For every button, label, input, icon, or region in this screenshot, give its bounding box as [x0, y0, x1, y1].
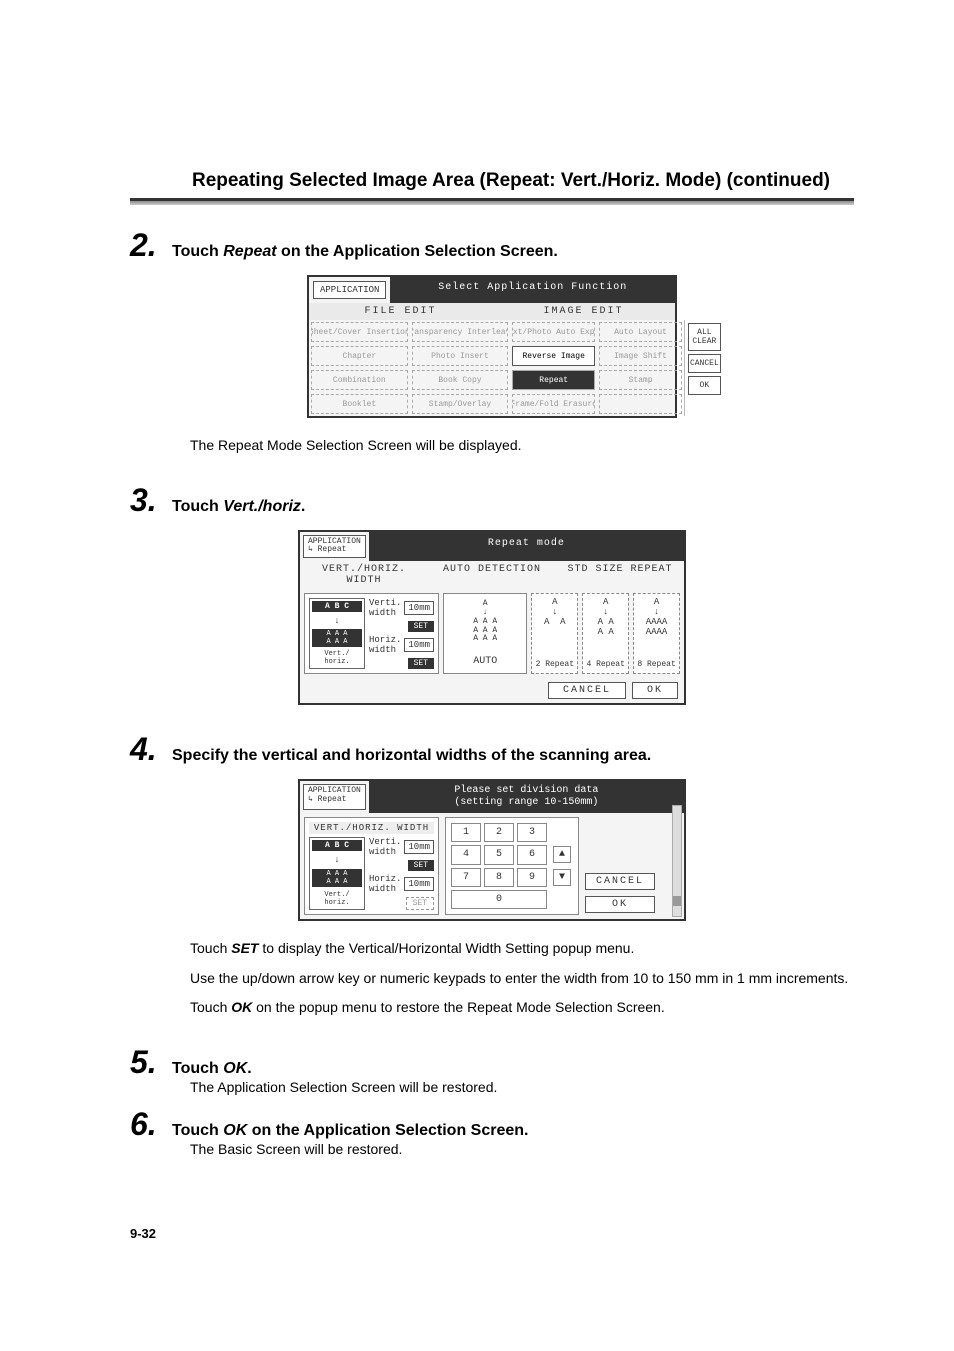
key-8[interactable]: 8 — [484, 868, 514, 887]
step-2-instruction: Touch Repeat on the Application Selectio… — [172, 243, 558, 261]
step-6-instruction: Touch OK on the Application Selection Sc… — [172, 1122, 528, 1140]
step-5-number: 5. — [130, 1046, 160, 1078]
horiz-width-value: 10mm — [404, 877, 434, 891]
screen-b-title: Repeat mode — [369, 532, 684, 562]
all-clear-button[interactable]: ALL CLEAR — [688, 323, 721, 351]
application-breadcrumb: APPLICATION ↳ Repeat — [303, 784, 366, 810]
key-2[interactable]: 2 — [484, 823, 514, 842]
key-3[interactable]: 3 — [517, 823, 547, 842]
step-2-caption: The Repeat Mode Selection Screen will be… — [190, 436, 854, 456]
step-4-instruction: Specify the vertical and horizontal widt… — [172, 747, 651, 765]
header-title: Repeating Selected Image Area (Repeat: V… — [192, 170, 721, 191]
step-4-p3: Touch OK on the popup menu to restore th… — [190, 998, 854, 1018]
auto-detection-header: AUTO DETECTION — [428, 561, 556, 589]
key-4[interactable]: 4 — [451, 845, 481, 864]
ok-button[interactable]: OK — [688, 376, 721, 395]
step-5-body: The Application Selection Screen will be… — [190, 1078, 854, 1098]
horiz-set-button[interactable]: SET — [408, 658, 434, 669]
screen-a-title: Select Application Function — [390, 277, 675, 303]
stamp-button[interactable]: Stamp — [599, 370, 682, 390]
header-title-suffix: (continued) — [721, 170, 830, 191]
frame-fold-erasure-button[interactable]: Frame/Fold Erasure — [512, 394, 595, 414]
key-7[interactable]: 7 — [451, 868, 481, 887]
key-6[interactable]: 6 — [517, 845, 547, 864]
header-divider — [130, 198, 854, 205]
file-edit-heading: FILE EDIT — [309, 303, 492, 320]
image-shift-button[interactable]: Image Shift — [599, 346, 682, 366]
step-6-body: The Basic Screen will be restored. — [190, 1140, 854, 1160]
step-3-number: 3. — [130, 484, 160, 516]
step-2-number: 2. — [130, 229, 160, 261]
step-2: 2. Touch Repeat on the Application Selec… — [130, 229, 854, 456]
vert-horiz-panel[interactable]: A B C ↓ A A A A A A Vert./ horiz. Verti.… — [304, 593, 439, 674]
stamp-overlay-button[interactable]: Stamp/Overlay — [412, 394, 509, 414]
step-3-instruction: Touch Vert./horiz. — [172, 498, 305, 516]
repeat-mode-selection-screen: APPLICATION ↳ Repeat Repeat mode VERT./H… — [298, 530, 686, 706]
auto-detection-button[interactable]: A ↓ A A A A A A A A A AUTO — [443, 593, 527, 674]
vert-horiz-panel: VERT./HORIZ. WIDTH A B C ↓ A A A A A A V… — [304, 817, 439, 915]
key-5[interactable]: 5 — [484, 845, 514, 864]
key-9[interactable]: 9 — [517, 868, 547, 887]
book-copy-button[interactable]: Book Copy — [412, 370, 509, 390]
verti-set-button[interactable]: SET — [408, 860, 434, 871]
ok-button[interactable]: OK — [585, 896, 655, 913]
key-0[interactable]: 0 — [451, 890, 547, 909]
repeat-button[interactable]: Repeat — [512, 370, 595, 390]
scrollbar[interactable] — [672, 805, 682, 917]
verti-width-value: 10mm — [404, 840, 434, 854]
numeric-keypad: 1 2 3 4 5 6 7 8 9 0 ▲ ▼ — [445, 817, 579, 915]
verti-width-label: Verti. width — [369, 837, 401, 857]
step-4-p2: Use the up/down arrow key or numeric key… — [190, 969, 854, 989]
transparency-interleave-button[interactable]: Transparency Interleave — [412, 322, 509, 342]
cancel-button[interactable]: CANCEL — [548, 682, 626, 699]
horiz-set-button[interactable]: SET — [406, 897, 434, 910]
step-4: 4. Specify the vertical and horizontal w… — [130, 733, 854, 1018]
arrow-down-button[interactable]: ▼ — [553, 869, 571, 886]
four-repeat-button[interactable]: A ↓ A A A A 4 Repeat — [582, 593, 629, 674]
booklet-button[interactable]: Booklet — [311, 394, 408, 414]
reverse-image-button[interactable]: Reverse Image — [512, 346, 595, 366]
two-repeat-button[interactable]: A ↓ A A 2 Repeat — [531, 593, 578, 674]
step-6-number: 6. — [130, 1108, 160, 1140]
width-setting-popup: APPLICATION ↳ Repeat Please set division… — [298, 779, 686, 921]
step-3: 3. Touch Vert./horiz. APPLICATION ↳ Repe… — [130, 484, 854, 706]
verti-width-label: Verti. width — [369, 598, 401, 618]
chapter-button[interactable]: Chapter — [311, 346, 408, 366]
application-breadcrumb: APPLICATION ↳ Repeat — [303, 535, 366, 559]
combination-button[interactable]: Combination — [311, 370, 408, 390]
application-selection-screen: APPLICATION Select Application Function … — [307, 275, 677, 418]
step-5: 5. Touch OK. The Application Selection S… — [130, 1046, 854, 1098]
arrow-up-button[interactable]: ▲ — [553, 846, 571, 863]
blank-cell — [599, 394, 682, 414]
photo-insert-button[interactable]: Photo Insert — [412, 346, 509, 366]
horiz-width-label: Horiz. width — [369, 874, 401, 894]
key-1[interactable]: 1 — [451, 823, 481, 842]
ok-button[interactable]: OK — [632, 682, 678, 699]
scrollbar-handle[interactable] — [673, 896, 681, 906]
eight-repeat-button[interactable]: A ↓ AAAA AAAA 8 Repeat — [633, 593, 680, 674]
vert-horiz-preview: A B C ↓ A A A A A A Vert./ horiz. — [309, 598, 365, 669]
step-5-instruction: Touch OK. — [172, 1060, 252, 1078]
page-header: Repeating Selected Image Area (Repeat: V… — [130, 170, 854, 192]
step-4-p1: Touch SET to display the Vertical/Horizo… — [190, 939, 854, 959]
image-edit-heading: IMAGE EDIT — [492, 303, 675, 320]
auto-layout-button[interactable]: Auto Layout — [599, 322, 682, 342]
horiz-width-value: 10mm — [404, 638, 434, 652]
horiz-width-label: Horiz. width — [369, 635, 401, 655]
verti-width-value: 10mm — [404, 601, 434, 615]
vert-horiz-header: VERT./HORIZ. WIDTH — [300, 561, 428, 589]
verti-set-button[interactable]: SET — [408, 621, 434, 632]
screen-c-title: Please set division data (setting range … — [369, 781, 684, 813]
cancel-button[interactable]: CANCEL — [688, 354, 721, 373]
sheet-cover-insertion-button[interactable]: Sheet/Cover Insertion — [311, 322, 408, 342]
text-photo-auto-button[interactable]: Text/Photo Auto Expo. — [512, 322, 595, 342]
std-size-repeat-header: STD SIZE REPEAT — [556, 561, 684, 589]
cancel-button[interactable]: CANCEL — [585, 873, 655, 890]
application-chip: APPLICATION — [313, 281, 386, 299]
step-4-number: 4. — [130, 733, 160, 765]
page-number: 9-32 — [130, 1226, 156, 1241]
vert-horiz-preview: A B C ↓ A A A A A A Vert./ horiz. — [309, 837, 365, 910]
step-6: 6. Touch OK on the Application Selection… — [130, 1108, 854, 1160]
